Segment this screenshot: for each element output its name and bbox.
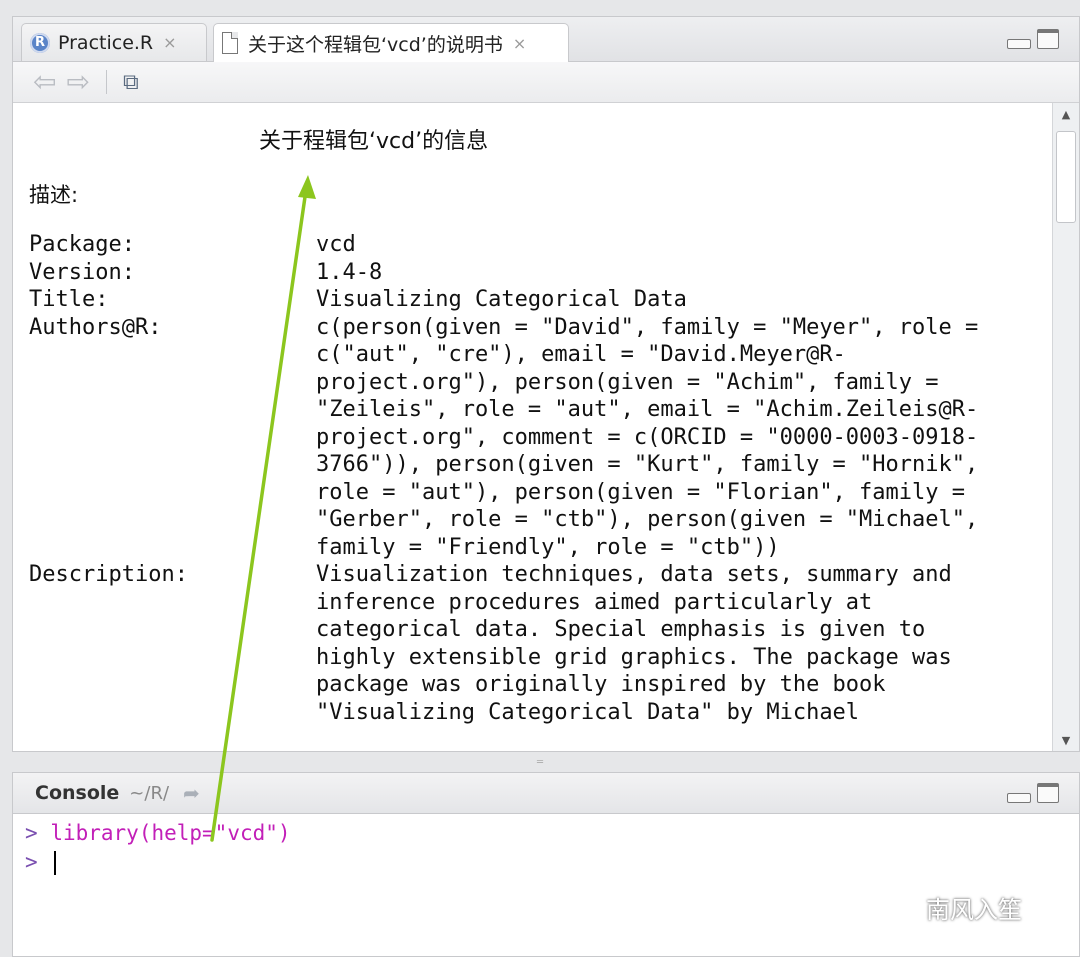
pane-splitter[interactable]: ═	[0, 752, 1080, 772]
tab-label: 关于这个程辑包‘vcd’的说明书	[248, 33, 503, 56]
help-content: 关于程辑包‘vcd’的信息 描述: Package: vcd Version: …	[13, 103, 1051, 751]
console-title: Console	[35, 782, 120, 804]
field-key: Title:	[29, 287, 109, 312]
console-path: ~/R/	[129, 782, 170, 804]
text-cursor	[54, 851, 57, 875]
field-value: c(person(given = "David", family = "Meye…	[316, 314, 979, 560]
minimize-icon[interactable]	[1007, 793, 1031, 803]
console-output[interactable]: > library(help="vcd") >	[25, 819, 291, 877]
field-value: 1.4-8	[316, 259, 383, 285]
r-file-icon: R	[30, 32, 50, 53]
show-in-window-icon[interactable]: ⧉	[123, 70, 139, 95]
help-pane: R Practice.R × 关于这个程辑包‘vcd’的说明书 × ⇦ ⇨ ⧉ …	[12, 16, 1080, 752]
field-row: Version: 1.4-8	[29, 259, 1016, 287]
field-row: Authors@R: c(person(given = "David", fam…	[29, 314, 1016, 562]
goto-directory-icon[interactable]: ➦	[183, 781, 200, 805]
tab-vcd-help[interactable]: 关于这个程辑包‘vcd’的说明书 ×	[213, 23, 569, 62]
forward-arrow-icon[interactable]: ⇨	[66, 68, 89, 96]
help-scrollbar[interactable]: ▲ ▼	[1052, 103, 1079, 751]
console-prompt: >	[25, 821, 38, 845]
field-row: Package: vcd	[29, 231, 1016, 259]
console-line: > library(help="vcd")	[25, 819, 291, 848]
watermark: 南风入笙	[880, 890, 1022, 925]
maximize-icon[interactable]	[1037, 783, 1059, 803]
field-key: Description:	[29, 562, 188, 587]
scroll-up-icon[interactable]: ▲	[1053, 103, 1079, 125]
tab-label: Practice.R	[58, 31, 154, 54]
tab-practice-r[interactable]: R Practice.R ×	[21, 23, 207, 61]
back-arrow-icon[interactable]: ⇦	[33, 68, 56, 96]
minimize-icon[interactable]	[1007, 39, 1031, 49]
document-icon	[222, 32, 238, 54]
field-value: vcd	[316, 232, 356, 257]
field-key: Authors@R:	[29, 314, 162, 340]
wechat-icon	[881, 894, 916, 920]
field-value: Visualizing Categorical Data	[316, 287, 687, 312]
maximize-icon[interactable]	[1037, 29, 1059, 49]
editor-tab-bar: R Practice.R × 关于这个程辑包‘vcd’的说明书 ×	[13, 17, 1079, 62]
console-command: library(help="vcd")	[50, 821, 291, 845]
toolbar-separator	[105, 70, 107, 94]
help-toolbar: ⇦ ⇨ ⧉	[13, 62, 1079, 103]
help-title: 关于程辑包‘vcd’的信息	[259, 129, 489, 154]
console-pane: Console ~/R/ ➦ > library(help="vcd") >	[12, 772, 1080, 957]
window-controls	[1007, 783, 1059, 803]
console-line: >	[25, 848, 291, 877]
package-fields: Package: vcd Version: 1.4-8 Title: Visua…	[29, 231, 1016, 726]
window-controls	[1007, 29, 1059, 49]
description-heading: 描述:	[29, 183, 79, 207]
scroll-down-icon[interactable]: ▼	[1053, 729, 1079, 751]
field-row: Description: Visualization techniques, d…	[29, 561, 1016, 726]
scroll-thumb[interactable]	[1056, 131, 1076, 223]
field-row: Title: Visualizing Categorical Data	[29, 286, 1016, 314]
console-prompt: >	[25, 850, 38, 874]
close-icon[interactable]: ×	[513, 34, 526, 53]
watermark-text: 南风入笙	[926, 896, 1022, 924]
field-value: Visualization techniques, data sets, sum…	[316, 562, 952, 725]
field-key: Package:	[29, 232, 135, 257]
console-header: Console ~/R/ ➦	[13, 773, 1079, 814]
close-icon[interactable]: ×	[163, 33, 176, 52]
field-key: Version:	[29, 259, 135, 285]
